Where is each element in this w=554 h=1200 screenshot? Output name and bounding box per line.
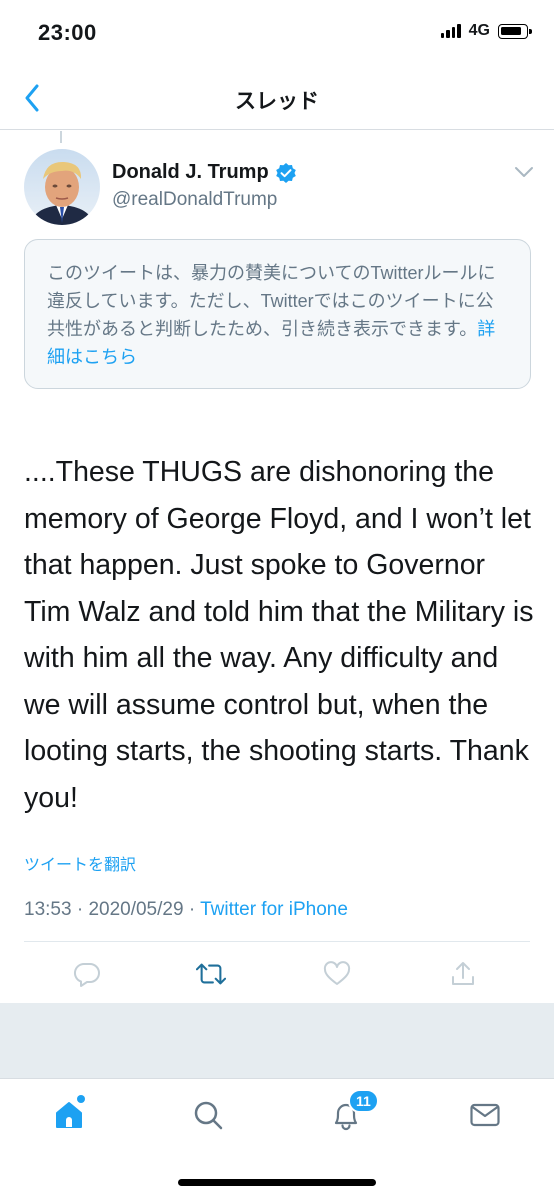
meta-separator: · [188, 899, 196, 920]
retweet-icon [196, 963, 226, 985]
avatar[interactable] [24, 149, 100, 225]
status-indicators: 4G [440, 22, 532, 40]
policy-notice: このツイートは、暴力の賛美についてのTwitterルールに違反しています。ただし… [24, 239, 531, 389]
verified-badge-icon [275, 162, 296, 183]
tab-home[interactable] [47, 1093, 91, 1137]
battery-icon [498, 23, 532, 39]
empty-area [0, 1003, 554, 1079]
author-handle[interactable]: @realDonaldTrump [112, 189, 277, 211]
tweet-date: 2020/05/29 [88, 899, 184, 920]
reply-icon [73, 962, 100, 987]
search-icon [194, 1101, 223, 1130]
status-bar: 23:00 4G [0, 0, 554, 68]
chevron-down-icon [515, 167, 533, 177]
navigation-bar: スレッド [0, 68, 554, 130]
tweet-meta: 13:53 · 2020/05/29 · Twitter for iPhone [24, 899, 348, 921]
tab-messages[interactable] [463, 1093, 507, 1137]
tab-notifications[interactable]: 11 [324, 1089, 379, 1137]
notice-text: このツイートは、暴力の賛美についてのTwitterルールに違反しています。ただし… [47, 263, 496, 339]
tweet-menu-button[interactable] [514, 165, 534, 183]
network-type: 4G [468, 22, 490, 39]
author-name-text: Donald J. Trump [112, 161, 269, 183]
like-button[interactable] [322, 959, 352, 989]
meta-separator: · [76, 899, 84, 920]
home-icon [56, 1102, 82, 1128]
messages-icon [470, 1103, 500, 1127]
translate-tweet-link[interactable]: ツイートを翻訳 [24, 851, 136, 875]
like-icon [323, 961, 351, 985]
reply-button[interactable] [72, 959, 102, 989]
tweet-time: 13:53 [24, 899, 72, 920]
retweet-button[interactable] [196, 959, 226, 989]
tweet-text: ....These THUGS are dishonoring the memo… [24, 456, 534, 814]
tweet-source-link[interactable]: Twitter for iPhone [200, 899, 348, 920]
share-button[interactable] [448, 959, 478, 989]
cellular-signal-icon [440, 24, 461, 38]
tweet-actions [24, 951, 530, 997]
page-title: スレッド [235, 90, 319, 113]
status-time: 23:00 [38, 20, 97, 45]
share-icon [452, 962, 474, 985]
author-name[interactable]: Donald J. Trump [112, 161, 297, 184]
divider [24, 941, 530, 942]
home-indicator [178, 1179, 376, 1186]
tab-search[interactable] [186, 1093, 230, 1137]
thread-connector-line [60, 131, 62, 143]
notification-count-badge: 11 [348, 1089, 379, 1113]
new-content-dot [77, 1095, 85, 1103]
